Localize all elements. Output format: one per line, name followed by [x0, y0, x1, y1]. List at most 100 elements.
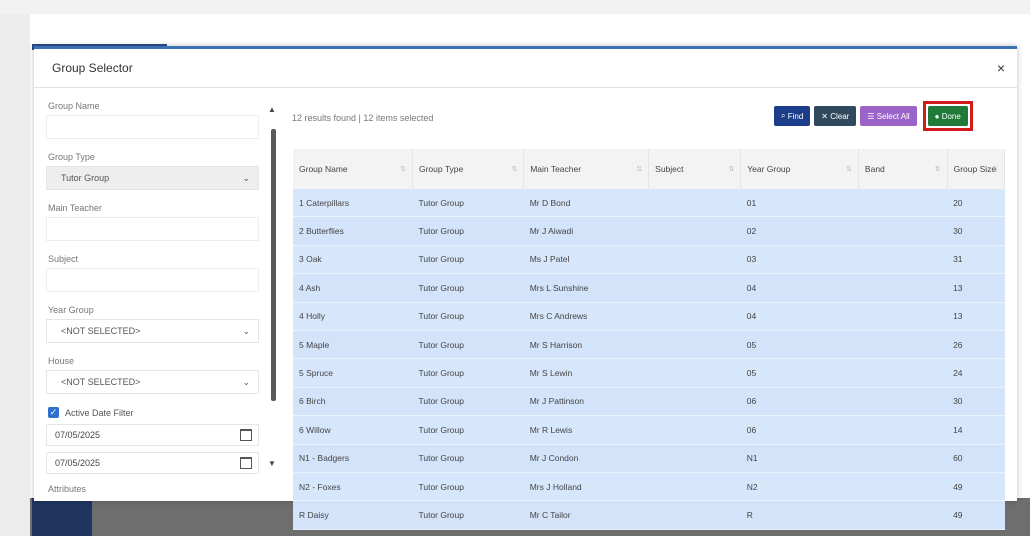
column-header[interactable]: Group Name ⇅: [293, 149, 413, 189]
table-cell: 20: [947, 189, 1005, 218]
table-cell: Tutor Group: [412, 245, 524, 275]
table-cell: Tutor Group: [412, 387, 524, 417]
scroll-down-arrow-icon[interactable]: ▼: [268, 459, 276, 468]
group-type-select[interactable]: Tutor Group ⌄: [46, 166, 259, 190]
table-row[interactable]: N2 - Foxes Tutor Group Mrs J Holland N2 49: [293, 472, 1005, 502]
table-cell: [858, 189, 948, 218]
table-row[interactable]: 4 Ash Tutor Group Mrs L Sunshine 04 13: [293, 273, 1005, 303]
table-cell: 30: [947, 387, 1005, 417]
table-cell: 13: [947, 302, 1005, 331]
table-cell: 04: [740, 302, 859, 331]
table-cell: [858, 302, 948, 331]
table-row[interactable]: 5 Spruce Tutor Group Mr S Lewin 05 24: [293, 358, 1005, 388]
table-row[interactable]: 6 Birch Tutor Group Mr J Pattinson 06 30: [293, 387, 1005, 417]
date-to-value: 07/05/2025: [55, 458, 101, 468]
table-cell: 03: [740, 245, 859, 275]
table-row[interactable]: R Daisy Tutor Group Mr C Tailor R 49: [293, 500, 1005, 530]
table-cell: 01: [740, 189, 859, 218]
scroll-up-arrow-icon[interactable]: ▲: [268, 105, 276, 114]
year-group-select[interactable]: <NOT SELECTED> ⌄: [46, 319, 259, 343]
table-row[interactable]: 1 Caterpillars Tutor Group Mr D Bond 01 20: [293, 189, 1005, 218]
table-cell: Mr C Tailor: [523, 500, 649, 530]
table-row[interactable]: N1 - Badgers Tutor Group Mr J Condon N1 60: [293, 444, 1005, 473]
table-cell: [858, 387, 948, 417]
clear-button[interactable]: ✕ Clear: [814, 106, 857, 126]
table-cell: Tutor Group: [412, 302, 524, 331]
table-row[interactable]: 4 Holly Tutor Group Mrs C Andrews 04 13: [293, 302, 1005, 331]
background-nav: [32, 498, 92, 536]
clear-label: Clear: [830, 111, 850, 121]
group-selector-modal: Group Selector × Group Name Group Type T…: [34, 46, 1017, 530]
table-cell: Tutor Group: [412, 444, 524, 473]
table-cell: Mr D Bond: [523, 189, 649, 218]
table-cell: N1 - Badgers: [293, 444, 413, 473]
sort-icon: ⇅: [636, 166, 643, 173]
table-cell: [858, 245, 948, 275]
table-row[interactable]: 2 Butterflies Tutor Group Mr J Aiwadi 02 30: [293, 216, 1005, 246]
calendar-icon[interactable]: [240, 457, 252, 469]
table-cell: Mrs J Holland: [523, 472, 649, 502]
filter-scrollbar-thumb[interactable]: [271, 129, 276, 401]
table-cell: [858, 358, 948, 388]
subject-label: Subject: [48, 254, 79, 264]
table-cell: 06: [740, 415, 859, 445]
chevron-down-icon: ⌄: [242, 376, 250, 387]
table-cell: Mrs C Andrews: [523, 302, 649, 331]
filter-panel: Group Name Group Type Tutor Group ⌄ Main…: [46, 101, 259, 498]
table-row[interactable]: 3 Oak Tutor Group Ms J Patel 03 31: [293, 245, 1005, 275]
results-table: Group Name ⇅ Group Type ⇅ Main Teacher ⇅ Su…: [293, 149, 1006, 530]
table-cell: 5 Spruce: [293, 358, 413, 388]
find-label: Find: [787, 111, 804, 121]
table-cell: 24: [947, 358, 1005, 388]
subject-input[interactable]: [46, 268, 259, 292]
table-cell: 06: [740, 387, 859, 417]
table-cell: Mr J Pattinson: [523, 387, 649, 417]
date-to-input[interactable]: 07/05/2025: [46, 452, 259, 474]
modal-title: Group Selector: [52, 61, 133, 75]
column-header[interactable]: Year Group ⇅: [740, 149, 859, 189]
toolbar: ⌕ Find ✕ Clear ☰ Select All ● Done: [774, 101, 973, 131]
close-icon[interactable]: ×: [997, 60, 1005, 76]
table-cell: [648, 245, 741, 275]
column-header[interactable]: Main Teacher ⇅: [523, 149, 650, 189]
select-all-button[interactable]: ☰ Select All: [860, 106, 917, 126]
list-icon: ☰: [867, 111, 877, 121]
chevron-down-icon: ⌄: [242, 172, 250, 183]
date-from-input[interactable]: 07/05/2025: [46, 424, 259, 446]
main-teacher-input[interactable]: [46, 217, 259, 241]
table-cell: R Daisy: [293, 500, 413, 530]
sort-icon: ⇅: [846, 166, 852, 173]
table-cell: Tutor Group: [412, 472, 524, 502]
calendar-icon[interactable]: [240, 429, 252, 441]
table-cell: N2 - Foxes: [293, 472, 413, 502]
table-cell: [648, 472, 741, 502]
column-header[interactable]: Subject ⇅: [648, 149, 742, 189]
find-button[interactable]: ⌕ Find: [774, 106, 811, 126]
table-cell: Mr J Condon: [523, 444, 649, 473]
table-cell: Tutor Group: [412, 415, 524, 445]
table-row[interactable]: 5 Maple Tutor Group Mr S Harrison 05 26: [293, 330, 1005, 360]
house-value: <NOT SELECTED>: [61, 377, 141, 387]
active-date-filter-checkbox[interactable]: ✓ Active Date Filter: [48, 407, 259, 418]
table-cell: 13: [947, 273, 1005, 303]
column-header[interactable]: Group Size ⇅: [947, 149, 1006, 189]
results-summary: 12 results found | 12 items selected: [292, 113, 434, 123]
x-icon: ✕: [821, 111, 831, 121]
column-header[interactable]: Group Type ⇅: [412, 149, 525, 189]
table-cell: [858, 444, 948, 473]
table-row[interactable]: 6 Willow Tutor Group Mr R Lewis 06 14: [293, 415, 1005, 445]
table-cell: 4 Ash: [293, 273, 413, 303]
table-cell: Tutor Group: [412, 500, 524, 530]
group-name-input[interactable]: [46, 115, 259, 139]
table-cell: Mr S Harrison: [523, 330, 649, 360]
date-from-value: 07/05/2025: [55, 430, 101, 440]
table-cell: [648, 415, 741, 445]
done-highlight: ● Done: [922, 101, 973, 131]
table-cell: Tutor Group: [412, 330, 524, 360]
house-select[interactable]: <NOT SELECTED> ⌄: [46, 370, 259, 394]
table-cell: 49: [947, 500, 1005, 530]
table-cell: 49: [947, 472, 1005, 502]
table-cell: Mr S Lewin: [523, 358, 649, 388]
done-button[interactable]: ● Done: [927, 106, 968, 126]
column-header[interactable]: Band ⇅: [858, 149, 948, 189]
